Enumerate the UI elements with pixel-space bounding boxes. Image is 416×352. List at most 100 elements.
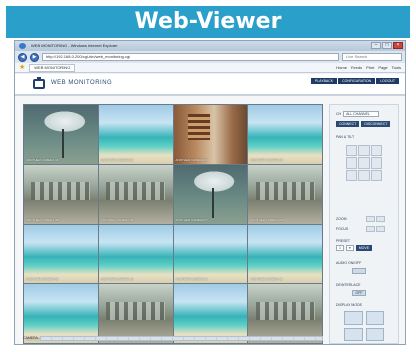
ptz-up-left[interactable] [346,145,358,157]
footer-label: CAMERA [23,336,38,340]
page-title: WEB MONITORING [51,80,113,86]
ptz-label: PAN & TILT [336,135,355,139]
camera-label: ANOTHER CAMERA 12 [250,277,283,282]
camera-label: ANOTHER CAMERA 11 [175,277,208,282]
camera-label: ANOTHER CAMERA 07 [175,217,208,222]
camera-tile[interactable]: ANOTHER CAMERA 05 [24,164,98,224]
focus-near-button[interactable] [366,226,375,232]
camera-tile[interactable]: ANOTHER CAMERA 02 [98,105,173,164]
layout-4x4-button[interactable] [365,327,384,341]
camera-label: ANOTHER CAMERA 01 [26,157,59,162]
screenshot-frame: Web-Viewer WEB MONITORING - Windows Inte… [0,0,416,352]
ptz-pad [346,145,382,181]
camera-footer: CAMERA [23,334,323,342]
command-feeds[interactable]: Feeds [351,65,362,70]
browser-tab[interactable]: WEB MONITORING [29,63,76,72]
camera-tile[interactable]: ANOTHER CAMERA 01 [24,105,98,164]
ptz-up-right[interactable] [370,145,382,157]
back-button[interactable]: ◀ [18,52,27,62]
camera-tile[interactable]: ANOTHER CAMERA 09 [24,224,98,284]
camera-tile[interactable]: ANOTHER CAMERA 11 [173,224,248,284]
favorites-bar: ★ WEB MONITORING Home Feeds Print Page T… [15,63,405,73]
zoom-out-button[interactable] [376,216,385,222]
display-mode-options [344,311,384,341]
disconnect-button[interactable]: DISCONNECT [361,121,391,127]
channel-label: CH [336,112,342,116]
minimize-button[interactable]: – [371,42,381,49]
camera-label: ANOTHER CAMERA 03 [175,157,208,162]
ptz-down-left[interactable] [346,169,358,181]
command-tools[interactable]: Tools [392,65,401,70]
zoom-buttons [366,216,385,222]
camera-tile[interactable]: ANOTHER CAMERA 03 [173,105,248,164]
window-title: WEB MONITORING - Windows Internet Explor… [31,43,118,48]
camera-grid: ANOTHER CAMERA 01 ANOTHER CAMERA 02 ANOTHE… [23,104,323,344]
camera-tile[interactable]: ANOTHER CAMERA 07 [173,164,248,224]
camera-tile[interactable]: ANOTHER CAMERA 08 [248,164,322,224]
command-home[interactable]: Home [336,65,347,70]
camera-label: ANOTHER CAMERA 05 [26,217,59,222]
camera-tile[interactable]: ANOTHER CAMERA 12 [248,224,322,284]
camera-tile[interactable]: ANOTHER CAMERA 04 [248,105,322,164]
camera-label: ANOTHER CAMERA 04 [250,157,283,162]
control-panel: CH ALL CHANNEL CONNECT DISCONNECT PAN & … [329,104,399,344]
camera-tile[interactable]: ANOTHER CAMERA 10 [98,224,173,284]
deinterlace-label: DEINTERLACE [336,283,361,287]
ptz-left[interactable] [346,157,358,169]
nav-playback[interactable]: PLAYBACK [310,78,338,84]
display-mode-label: DISPLAY MODE [336,303,362,307]
camera-label: ANOTHER CAMERA 06 [100,217,134,222]
preset-controls: 1 ▾ MOVE [336,245,373,251]
window-controls: – □ × [371,42,403,49]
ptz-home[interactable] [358,157,370,169]
command-page[interactable]: Page [378,65,387,70]
preset-move-button[interactable]: MOVE [355,245,373,251]
nav-configuration[interactable]: CONFIGURATION [338,78,376,84]
zoom-in-button[interactable] [366,216,375,222]
channel-select: CH ALL CHANNEL [336,111,380,117]
camera-selector-strip[interactable] [39,335,323,341]
camera-tile[interactable]: ANOTHER CAMERA 06 [98,164,173,224]
web-page: WEB MONITORING PLAYBACK CONFIGURATION LO… [15,74,405,344]
audio-label: AUDIO ON/OFF [336,261,362,265]
page-header: WEB MONITORING PLAYBACK CONFIGURATION LO… [15,74,405,96]
browser-window: WEB MONITORING - Windows Internet Explor… [14,40,406,345]
layout-3x3-button[interactable] [344,327,363,341]
forward-button[interactable]: ▶ [30,52,39,62]
camera-label: ANOTHER CAMERA 08 [250,217,283,222]
monitor-icon [33,77,45,89]
command-bar: Home Feeds Print Page Tools [336,65,401,70]
close-button[interactable]: × [393,42,403,49]
audio-toggle[interactable] [352,268,366,274]
ie-logo-icon [19,43,26,49]
camera-label: ANOTHER CAMERA 09 [26,277,59,282]
connect-button[interactable]: CONNECT [336,121,360,127]
ptz-up[interactable] [358,145,370,157]
maximize-button[interactable]: □ [382,42,392,49]
preset-label: PRESET [336,239,351,243]
zoom-label: ZOOM [336,217,347,221]
window-titlebar: WEB MONITORING - Windows Internet Explor… [15,41,405,51]
command-print[interactable]: Print [366,65,374,70]
address-bar: ◀ ▶ http://192.168.0.200/cgi-bin/web_mon… [15,51,405,63]
ptz-right[interactable] [370,157,382,169]
layout-2x2-button[interactable] [365,311,384,325]
focus-far-button[interactable] [376,226,385,232]
channel-dropdown[interactable]: ALL CHANNEL [343,111,380,117]
favorites-star-icon[interactable]: ★ [19,63,25,73]
preset-dropdown[interactable]: ▾ [345,245,354,251]
preset-input[interactable]: 1 [336,245,344,251]
url-input[interactable]: http://192.168.0.200/cgi-bin/web_monitor… [42,53,339,61]
focus-label: FOCUS [336,227,349,231]
top-nav: PLAYBACK CONFIGURATION LOGOUT [310,78,399,84]
search-input[interactable]: Live Search [342,53,402,61]
layout-1x1-button[interactable] [344,311,363,325]
focus-buttons [366,226,385,232]
connect-buttons: CONNECT DISCONNECT [336,121,391,127]
nav-logout[interactable]: LOGOUT [376,78,399,84]
ptz-down[interactable] [358,169,370,181]
camera-label: ANOTHER CAMERA 02 [100,157,134,162]
deinterlace-toggle[interactable]: OFF [352,290,366,296]
banner-title: Web-Viewer [6,6,410,38]
ptz-down-right[interactable] [370,169,382,181]
